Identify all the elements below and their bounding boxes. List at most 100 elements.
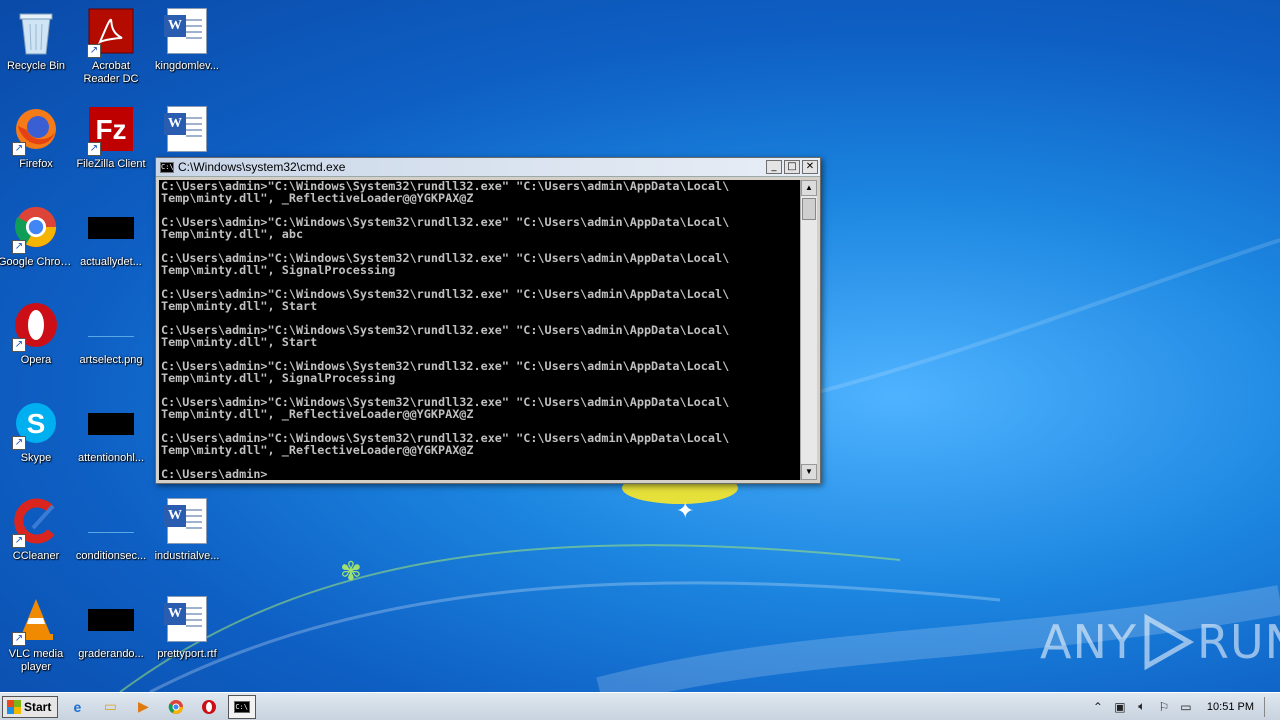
start-label: Start [24,699,52,714]
scroll-up-arrow-icon[interactable]: ▲ [801,180,817,196]
desktop-icon[interactable]: ↗ CCleaner [0,498,74,563]
cmd-icon: C:\ [234,700,251,713]
acrobat-icon: ↗ [87,8,135,58]
desktop-icon[interactable]: attentionohl... [73,400,149,465]
cmd-icon: C:\ [160,161,174,173]
windows-flag-icon [7,699,21,714]
svg-text:S: S [27,408,46,439]
maximize-button[interactable]: □ [784,160,800,174]
opera-icon: ↗ [12,302,60,352]
action-center-flag-icon[interactable]: ⚐ [1153,700,1175,714]
desktop-icon-label: prettyport.rtf [157,648,217,660]
media-player-icon[interactable]: ▶ [129,695,157,719]
svg-text:✾: ✾ [340,557,362,587]
start-button[interactable]: Start [2,695,59,718]
ccleaner-icon: ↗ [12,498,60,548]
black-thumbnail [88,609,134,631]
desktop-icon[interactable]: ↗ Google Chrome [0,204,74,269]
desktop-icon[interactable]: Wkingdomlev... [149,8,225,73]
desktop-icon-label: VLC media player [8,648,64,673]
console-output-area[interactable]: C:\Users\admin>"C:\Windows\System32\rund… [159,180,800,480]
word-document-icon: W [164,596,207,642]
svg-text:Fz: Fz [95,114,126,145]
scroll-thumb[interactable] [802,198,816,220]
desktop-icon[interactable]: ↗ Firefox [0,106,74,171]
minimize-button[interactable]: _ [766,160,782,174]
show-hidden-icons-icon[interactable]: ⌃ [1087,700,1109,714]
desktop-icon-label: artselect.png [79,354,143,366]
shortcut-arrow-icon: ↗ [87,44,101,58]
shortcut-arrow-icon: ↗ [12,338,26,352]
system-tray: ⌃ ▣ 🔈︎ ⚐ ▭ 10:51 PM [1087,693,1280,720]
desktop-icon-label: Firefox [19,158,53,170]
desktop-icon[interactable]: graderando... [73,596,149,661]
desktop-icon[interactable]: ↗ Opera [0,302,74,367]
firefox-icon: ↗ [12,106,60,156]
internet-explorer-icon[interactable]: e [63,695,91,719]
skype-icon: S ↗ [12,400,60,450]
desktop-icon-label: attentionohl... [77,452,145,464]
desktop-icon[interactable]: W [149,106,225,158]
chrome-icon: ↗ [12,204,60,254]
word-document-icon: W [164,8,207,54]
shortcut-arrow-icon: ↗ [87,142,101,156]
desktop-icon[interactable]: ↗ VLC media player [0,596,74,674]
desktop-icon-label: Acrobat Reader DC [83,60,139,85]
desktop-icon[interactable]: S ↗ Skype [0,400,74,465]
shortcut-arrow-icon: ↗ [12,436,26,450]
shortcut-arrow-icon: ↗ [12,534,26,548]
desktop-icon-label: actuallydet... [80,256,142,268]
desktop-icon-label: graderando... [78,648,144,660]
watermark-right: RUN [1196,615,1280,669]
desktop-icon-label: CCleaner [12,550,60,562]
volume-icon[interactable]: 🔈︎ [1131,699,1153,714]
cmd-taskbar-button[interactable]: C:\ [228,694,257,719]
clock[interactable]: 10:51 PM [1207,701,1254,713]
desktop-icon[interactable]: artselect.png [73,302,149,367]
filezilla-icon: Fz ↗ [87,106,135,156]
window-title: C:\Windows\system32\cmd.exe [178,160,346,174]
cmd-titlebar[interactable]: C:\ C:\Windows\system32\cmd.exe _ □ ✕ [156,158,820,177]
desktop-icon[interactable]: Wprettyport.rtf [149,596,225,661]
opera-icon[interactable] [195,695,223,719]
desktop-icon-label: Google Chrome [0,256,74,268]
desktop-icon[interactable]: Windustrialve... [149,498,225,563]
svg-text:✦: ✦ [676,499,694,524]
image-thumbnail [88,315,134,337]
shortcut-arrow-icon: ↗ [12,142,26,156]
shortcut-arrow-icon: ↗ [12,632,26,646]
anyrun-watermark: ANY RUN [1040,612,1280,672]
cmd-window[interactable]: C:\ C:\Windows\system32\cmd.exe _ □ ✕ C:… [155,157,821,484]
console-output: C:\Users\admin>"C:\Windows\System32\rund… [161,180,730,480]
vertical-scrollbar[interactable]: ▲ ▼ [800,180,817,480]
desktop-icon-label: Opera [20,354,52,366]
recycle-bin-icon [12,8,60,56]
network-icon[interactable]: ▣ [1109,700,1131,714]
desktop-icon-label: conditionsec... [75,550,147,562]
scroll-down-arrow-icon[interactable]: ▼ [801,464,817,480]
watermark-left: ANY [1040,615,1137,669]
desktop-icon-label: kingdomlev... [155,60,219,72]
close-button[interactable]: ✕ [802,160,818,174]
chrome-icon[interactable] [162,695,190,719]
desktop-icon[interactable]: actuallydet... [73,204,149,269]
vlc-icon: ↗ [12,596,60,646]
desktop-icon[interactable]: conditionsec... [73,498,149,563]
play-triangle-icon [1144,613,1195,671]
word-document-icon: W [164,106,207,152]
black-thumbnail [88,413,134,435]
desktop-icon-label: Recycle Bin [6,60,66,72]
shortcut-arrow-icon: ↗ [12,240,26,254]
battery-icon[interactable]: ▭ [1175,700,1197,714]
show-desktop-button[interactable] [1264,696,1278,717]
image-thumbnail [88,511,134,533]
word-document-icon: W [164,498,207,544]
desktop-icon[interactable]: Recycle Bin [0,8,74,73]
desktop-icon-label: Skype [20,452,52,464]
explorer-icon[interactable]: ▭ [96,695,124,719]
desktop-icon-label: industrialve... [154,550,220,562]
black-thumbnail [88,217,134,239]
desktop-icon[interactable]: Fz ↗ FileZilla Client [73,106,149,171]
desktop-icon[interactable]: ↗ Acrobat Reader DC [73,8,149,86]
desktop-icon-label: FileZilla Client [76,158,146,170]
